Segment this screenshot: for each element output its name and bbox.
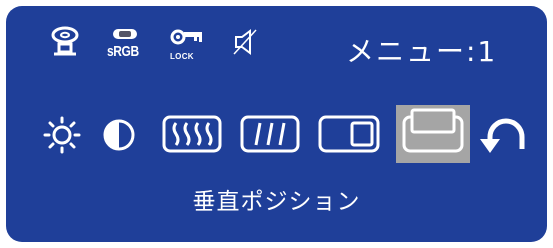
srgb-indicator-icon [112,28,138,40]
phase-lines-icon [240,115,300,153]
selected-item-label: 垂直ポジション [192,189,361,215]
menu-item-clock[interactable] [160,105,224,163]
contrast-circle-icon [103,119,135,151]
vertical-position-icon [402,108,464,153]
brightness-sun-icon [43,116,81,154]
menu-item-horizontal-position[interactable] [314,105,384,163]
horizontal-position-icon [318,115,380,153]
clock-wave-icon [162,115,222,153]
menu-item-phase[interactable] [238,105,302,163]
menu-item-brightness[interactable] [40,105,84,163]
menu-title: メニュー:1 [346,35,498,68]
srgb-label: sRGB [107,43,139,60]
key-lock-icon [170,28,204,48]
osd-menu-panel: sRGB LOCK メニュー:1 垂直ポジション [6,6,547,242]
speaker-muted-icon [232,28,258,56]
return-arrow-icon [480,118,525,153]
input-signal-icon [50,26,82,58]
menu-item-contrast[interactable] [98,105,140,163]
menu-item-return[interactable] [478,105,530,163]
menu-item-vertical-position[interactable] [396,105,470,163]
lock-label: LOCK [170,52,194,61]
